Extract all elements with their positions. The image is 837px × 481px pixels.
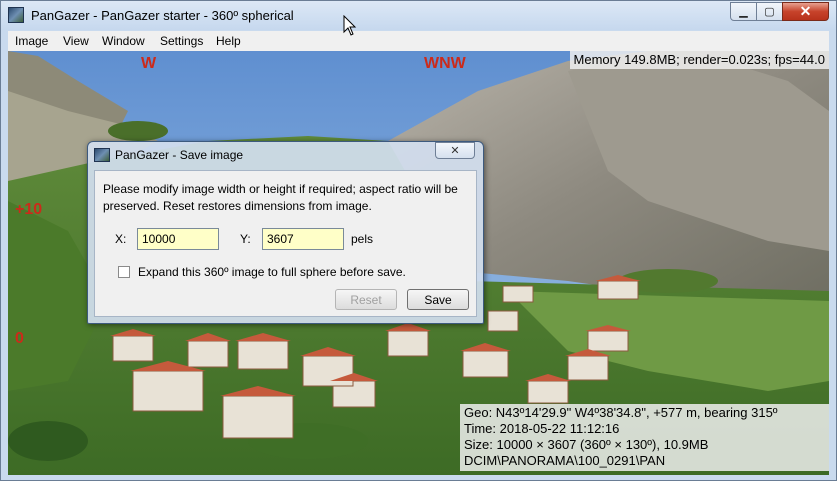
dialog-app-icon (94, 148, 110, 162)
close-button[interactable]: ✕ (782, 2, 829, 21)
dialog-body: Please modify image width or height if r… (94, 170, 477, 317)
height-input[interactable] (262, 228, 344, 250)
menu-window[interactable]: Window (102, 34, 145, 48)
size-info: Size: 10000 × 3607 (360º × 130º), 10.9MB (464, 437, 709, 452)
unit-label: pels (351, 232, 374, 246)
dialog-title: PanGazer - Save image (115, 148, 244, 162)
title-bar[interactable]: PanGazer - PanGazer starter - 360º spher… (1, 1, 836, 30)
expand-sphere-label[interactable]: Expand this 360º image to full sphere be… (138, 265, 406, 279)
maximize-button[interactable]: ▢ (756, 2, 783, 21)
memory-status: Memory 149.8MB; render=0.023s; fps=44.0 (569, 51, 829, 69)
save-image-dialog: PanGazer - Save image ✕ Please modify im… (87, 141, 484, 324)
save-button[interactable]: Save (407, 289, 469, 310)
menu-view[interactable]: View (63, 34, 89, 48)
close-icon: ✕ (450, 145, 460, 157)
close-icon: ✕ (799, 3, 812, 19)
app-icon[interactable] (8, 7, 24, 23)
dialog-close-button[interactable]: ✕ (435, 142, 475, 159)
y-label: Y: (240, 232, 251, 246)
elevation-label-plus10: +10 (15, 201, 43, 218)
memory-text: Memory 149.8MB; render=0.023s; fps=44.0 (573, 52, 825, 67)
width-input[interactable] (137, 228, 219, 250)
menu-bar: Image View Window Settings Help (8, 31, 829, 51)
dialog-message: Please modify image width or height if r… (103, 182, 458, 213)
menu-help[interactable]: Help (216, 34, 241, 48)
path-info: DCIM\PANORAMA\100_0291\PAN (464, 453, 666, 468)
geo-info: Geo: N43º14'29.9" W4º38'34.8", +577 m, b… (464, 405, 778, 420)
compass-label-wnw: WNW (424, 55, 466, 72)
elevation-label-zero: 0 (15, 330, 24, 347)
x-label: X: (115, 232, 127, 246)
minimize-icon: ▁ (739, 6, 748, 18)
window-title: PanGazer - PanGazer starter - 360º spher… (31, 8, 294, 23)
expand-sphere-checkbox[interactable] (118, 266, 130, 278)
app-window: PanGazer - PanGazer starter - 360º spher… (0, 0, 837, 481)
menu-image[interactable]: Image (15, 34, 48, 48)
time-info: Time: 2018-05-22 11:12:16 (464, 421, 620, 436)
compass-label-w: W (141, 55, 157, 72)
reset-button[interactable]: Reset (335, 289, 397, 310)
minimize-button[interactable]: ▁ (730, 2, 757, 21)
menu-settings[interactable]: Settings (160, 34, 203, 48)
mouse-cursor-icon (343, 15, 357, 36)
maximize-icon: ▢ (764, 6, 775, 18)
image-info-panel: Geo: N43º14'29.9" W4º38'34.8", +577 m, b… (460, 404, 829, 471)
